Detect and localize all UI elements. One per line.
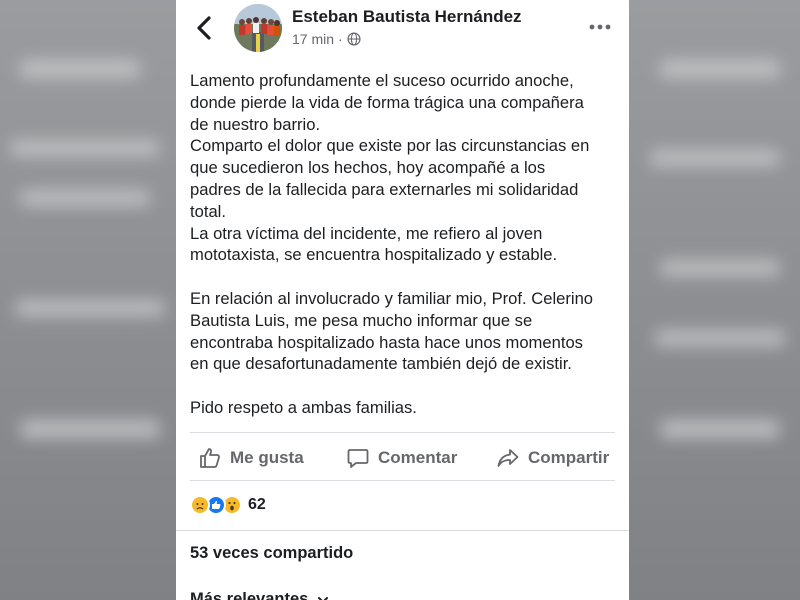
more-options-button[interactable] bbox=[587, 14, 613, 40]
post-line: mototaxista, se encuentra hospitalizado … bbox=[190, 245, 558, 265]
share-button[interactable]: Compartir bbox=[496, 440, 609, 476]
post-header: Esteban Bautista Hernández 17 min · bbox=[176, 0, 629, 60]
comment-icon bbox=[347, 449, 369, 468]
avatar-photo bbox=[234, 4, 282, 52]
divider bbox=[190, 480, 615, 481]
comment-label: Comentar bbox=[378, 448, 458, 467]
comment-sort-dropdown[interactable]: Más relevantes bbox=[190, 590, 330, 600]
post-line: encontraba hospitalizado hasta hace unos… bbox=[190, 332, 583, 352]
post-line: padres de la fallecida para externarles … bbox=[190, 179, 579, 199]
sad-reaction-icon bbox=[190, 495, 210, 515]
sort-label: Más relevantes bbox=[190, 590, 309, 600]
share-label: Compartir bbox=[528, 448, 610, 467]
divider bbox=[190, 432, 615, 433]
divider bbox=[176, 530, 629, 531]
post-line: en que desafortunadamente también dejó d… bbox=[190, 354, 572, 374]
thumbs-up-icon bbox=[200, 448, 220, 468]
post-time[interactable]: 17 min bbox=[292, 31, 334, 47]
post-panel: Esteban Bautista Hernández 17 min · Lame… bbox=[176, 0, 629, 600]
reactions-summary[interactable]: 62 bbox=[190, 494, 266, 516]
globe-icon bbox=[347, 32, 361, 46]
meta-separator: · bbox=[338, 31, 343, 47]
share-icon bbox=[497, 449, 519, 467]
back-button[interactable] bbox=[190, 12, 218, 44]
avatar[interactable] bbox=[234, 4, 282, 52]
reaction-count: 62 bbox=[248, 496, 266, 513]
like-label: Me gusta bbox=[230, 448, 304, 467]
post-line: La otra víctima del incidente, me refier… bbox=[190, 223, 543, 243]
comment-button[interactable]: Comentar bbox=[346, 440, 457, 476]
chevron-down-icon bbox=[318, 596, 329, 600]
post-line: Pido respeto a ambas familias. bbox=[190, 397, 417, 417]
post-line: de nuestro barrio. bbox=[190, 114, 321, 134]
post-line: Bautista Luis, me pesa mucho informar qu… bbox=[190, 310, 533, 330]
post-meta: 17 min · bbox=[292, 31, 361, 47]
chevron-left-icon bbox=[197, 16, 211, 40]
post-body: Lamento profundamente el suceso ocurrido… bbox=[190, 70, 620, 419]
post-line: En relación al involucrado y familiar mi… bbox=[190, 288, 594, 308]
post-line: que sucedieron los hechos, hoy acompañé … bbox=[190, 158, 546, 178]
action-bar: Me gusta Comentar Compartir bbox=[176, 440, 629, 476]
post-line: donde pierde la vida de forma trágica un… bbox=[190, 92, 584, 112]
post-line: Comparto el dolor que existe por las cir… bbox=[190, 136, 590, 156]
shares-count[interactable]: 53 veces compartido bbox=[190, 544, 353, 563]
more-options-icon bbox=[589, 24, 611, 30]
author-name[interactable]: Esteban Bautista Hernández bbox=[292, 7, 522, 27]
post-line: total. bbox=[190, 201, 226, 221]
like-button[interactable]: Me gusta bbox=[198, 440, 304, 476]
post-line: Lamento profundamente el suceso ocurrido… bbox=[190, 71, 574, 90]
